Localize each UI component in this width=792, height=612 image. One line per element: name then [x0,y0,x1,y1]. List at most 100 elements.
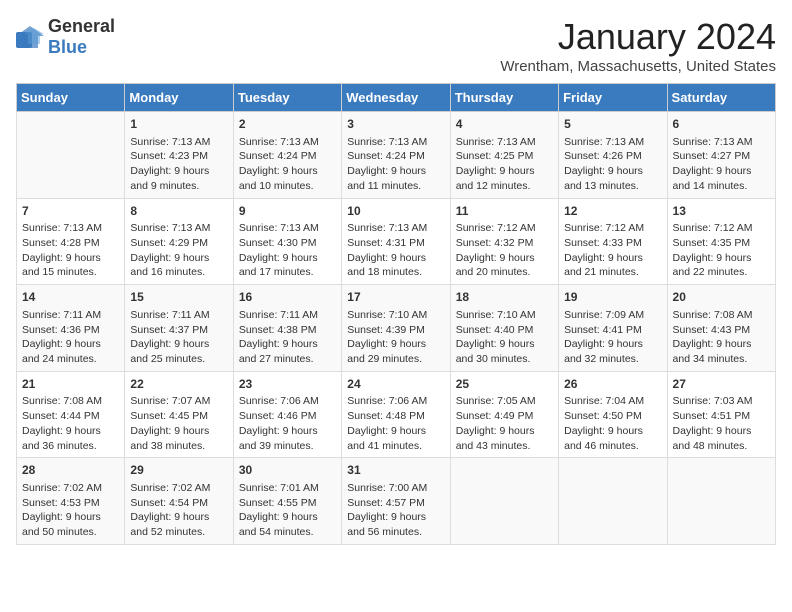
days-row: SundayMondayTuesdayWednesdayThursdayFrid… [17,84,776,112]
calendar-cell: 3 Sunrise: 7:13 AM Sunset: 4:24 PM Daylig… [342,112,450,199]
day-details: Sunrise: 7:13 AM Sunset: 4:23 PM Dayligh… [130,135,227,194]
calendar-cell [450,458,558,545]
logo-general-text: General [48,16,115,36]
calendar-cell: 5 Sunrise: 7:13 AM Sunset: 4:26 PM Daylig… [559,112,667,199]
logo: General Blue [16,16,115,58]
day-details: Sunrise: 7:06 AM Sunset: 4:46 PM Dayligh… [239,394,336,453]
day-details: Sunrise: 7:13 AM Sunset: 4:29 PM Dayligh… [130,221,227,280]
week-row-2: 7Sunrise: 7:13 AM Sunset: 4:28 PM Daylig… [17,198,776,285]
calendar-cell: 13Sunrise: 7:12 AM Sunset: 4:35 PM Dayli… [667,198,775,285]
day-details: Sunrise: 7:08 AM Sunset: 4:44 PM Dayligh… [22,394,119,453]
calendar-cell: 31 Sunrise: 7:00 AM Sunset: 4:57 PM Dayli… [342,458,450,545]
calendar-cell: 2 Sunrise: 7:13 AM Sunset: 4:24 PM Daylig… [233,112,341,199]
calendar-cell: 30 Sunrise: 7:01 AM Sunset: 4:55 PM Dayli… [233,458,341,545]
day-header-monday: Monday [125,84,233,112]
day-number: 17 [347,289,444,306]
day-number: 2 [239,116,336,133]
day-number: 7 [22,203,119,220]
calendar-cell: 22Sunrise: 7:07 AM Sunset: 4:45 PM Dayli… [125,371,233,458]
day-header-sunday: Sunday [17,84,125,112]
day-number: 12 [564,203,661,220]
day-number: 9 [239,203,336,220]
calendar-cell [667,458,775,545]
day-header-thursday: Thursday [450,84,558,112]
week-row-1: 1Sunrise: 7:13 AM Sunset: 4:23 PM Daylig… [17,112,776,199]
title-block: January 2024 Wrentham, Massachusetts, Un… [500,16,776,75]
day-number: 21 [22,376,119,393]
day-number: 25 [456,376,553,393]
day-details: Sunrise: 7:13 AM Sunset: 4:31 PM Dayligh… [347,221,444,280]
calendar-cell: 29Sunrise: 7:02 AM Sunset: 4:54 PM Dayli… [125,458,233,545]
day-details: Sunrise: 7:12 AM Sunset: 4:32 PM Dayligh… [456,221,553,280]
day-details: Sunrise: 7:13 AM Sunset: 4:28 PM Dayligh… [22,221,119,280]
calendar-table: SundayMondayTuesdayWednesdayThursdayFrid… [16,83,776,545]
logo-icon [16,26,44,48]
calendar-cell: 9Sunrise: 7:13 AM Sunset: 4:30 PM Daylig… [233,198,341,285]
day-header-friday: Friday [559,84,667,112]
day-details: Sunrise: 7:07 AM Sunset: 4:45 PM Dayligh… [130,394,227,453]
day-details: Sunrise: 7:13 AM Sunset: 4:30 PM Dayligh… [239,221,336,280]
calendar-cell: 12Sunrise: 7:12 AM Sunset: 4:33 PM Dayli… [559,198,667,285]
day-details: Sunrise: 7:13 AM Sunset: 4:24 PM Dayligh… [347,135,444,194]
calendar-cell: 27Sunrise: 7:03 AM Sunset: 4:51 PM Dayli… [667,371,775,458]
month-year-title: January 2024 [500,16,776,58]
calendar-cell: 23Sunrise: 7:06 AM Sunset: 4:46 PM Dayli… [233,371,341,458]
day-number: 6 [673,116,770,133]
day-number: 16 [239,289,336,306]
day-number: 14 [22,289,119,306]
day-details: Sunrise: 7:10 AM Sunset: 4:39 PM Dayligh… [347,308,444,367]
day-details: Sunrise: 7:00 AM Sunset: 4:57 PM Dayligh… [347,481,444,540]
calendar-cell: 10Sunrise: 7:13 AM Sunset: 4:31 PM Dayli… [342,198,450,285]
day-number: 27 [673,376,770,393]
day-number: 13 [673,203,770,220]
day-details: Sunrise: 7:05 AM Sunset: 4:49 PM Dayligh… [456,394,553,453]
day-details: Sunrise: 7:13 AM Sunset: 4:26 PM Dayligh… [564,135,661,194]
week-row-3: 14 Sunrise: 7:11 AM Sunset: 4:36 PM Dayli… [17,285,776,372]
calendar-cell: 11Sunrise: 7:12 AM Sunset: 4:32 PM Dayli… [450,198,558,285]
day-details: Sunrise: 7:12 AM Sunset: 4:33 PM Dayligh… [564,221,661,280]
calendar-cell: 19Sunrise: 7:09 AM Sunset: 4:41 PM Dayli… [559,285,667,372]
day-details: Sunrise: 7:13 AM Sunset: 4:27 PM Dayligh… [673,135,770,194]
day-number: 18 [456,289,553,306]
day-number: 30 [239,462,336,479]
day-header-tuesday: Tuesday [233,84,341,112]
day-number: 20 [673,289,770,306]
calendar-header: SundayMondayTuesdayWednesdayThursdayFrid… [17,84,776,112]
day-details: Sunrise: 7:08 AM Sunset: 4:43 PM Dayligh… [673,308,770,367]
day-details: Sunrise: 7:12 AM Sunset: 4:35 PM Dayligh… [673,221,770,280]
calendar-cell: 14 Sunrise: 7:11 AM Sunset: 4:36 PM Dayli… [17,285,125,372]
day-header-saturday: Saturday [667,84,775,112]
day-details: Sunrise: 7:01 AM Sunset: 4:55 PM Dayligh… [239,481,336,540]
day-number: 24 [347,376,444,393]
week-row-5: 28 Sunrise: 7:02 AM Sunset: 4:53 PM Dayli… [17,458,776,545]
day-number: 10 [347,203,444,220]
calendar-cell: 21Sunrise: 7:08 AM Sunset: 4:44 PM Dayli… [17,371,125,458]
calendar-body: 1Sunrise: 7:13 AM Sunset: 4:23 PM Daylig… [17,112,776,545]
day-number: 11 [456,203,553,220]
day-details: Sunrise: 7:11 AM Sunset: 4:36 PM Dayligh… [22,308,119,367]
day-details: Sunrise: 7:11 AM Sunset: 4:38 PM Dayligh… [239,308,336,367]
day-number: 31 [347,462,444,479]
calendar-cell: 7Sunrise: 7:13 AM Sunset: 4:28 PM Daylig… [17,198,125,285]
day-number: 4 [456,116,553,133]
day-number: 28 [22,462,119,479]
calendar-cell: 28 Sunrise: 7:02 AM Sunset: 4:53 PM Dayli… [17,458,125,545]
day-number: 23 [239,376,336,393]
day-details: Sunrise: 7:02 AM Sunset: 4:54 PM Dayligh… [130,481,227,540]
day-number: 8 [130,203,227,220]
day-details: Sunrise: 7:13 AM Sunset: 4:25 PM Dayligh… [456,135,553,194]
day-details: Sunrise: 7:02 AM Sunset: 4:53 PM Dayligh… [22,481,119,540]
calendar-cell [17,112,125,199]
day-details: Sunrise: 7:06 AM Sunset: 4:48 PM Dayligh… [347,394,444,453]
day-number: 3 [347,116,444,133]
day-details: Sunrise: 7:13 AM Sunset: 4:24 PM Dayligh… [239,135,336,194]
calendar-cell: 15Sunrise: 7:11 AM Sunset: 4:37 PM Dayli… [125,285,233,372]
calendar-cell: 16 Sunrise: 7:11 AM Sunset: 4:38 PM Dayli… [233,285,341,372]
calendar-cell [559,458,667,545]
calendar-cell: 1Sunrise: 7:13 AM Sunset: 4:23 PM Daylig… [125,112,233,199]
calendar-cell: 18Sunrise: 7:10 AM Sunset: 4:40 PM Dayli… [450,285,558,372]
calendar-cell: 8Sunrise: 7:13 AM Sunset: 4:29 PM Daylig… [125,198,233,285]
page-header: General Blue January 2024 Wrentham, Mass… [16,16,776,75]
calendar-cell: 26Sunrise: 7:04 AM Sunset: 4:50 PM Dayli… [559,371,667,458]
day-number: 5 [564,116,661,133]
